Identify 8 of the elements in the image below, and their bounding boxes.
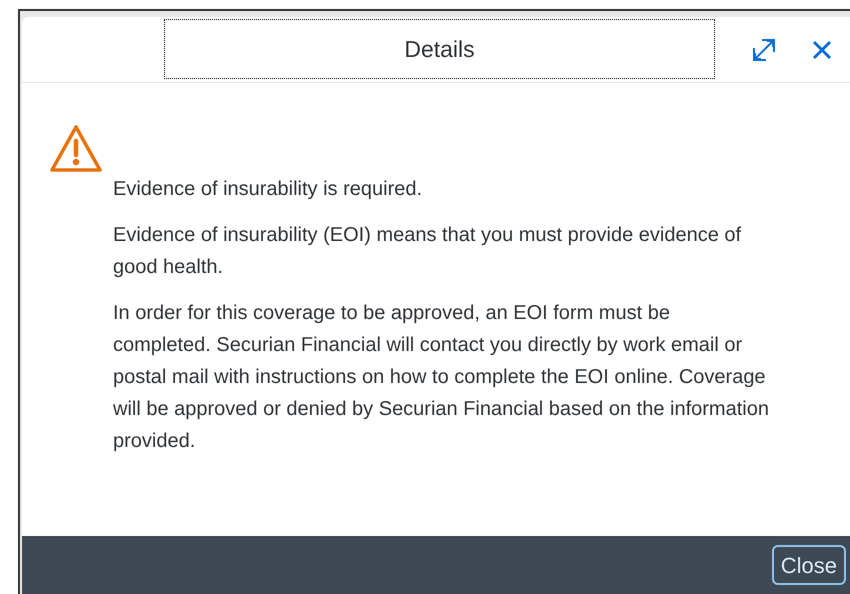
expand-icon[interactable] bbox=[750, 36, 778, 64]
warning-icon bbox=[49, 124, 103, 174]
close-icon[interactable] bbox=[811, 39, 833, 61]
message-heading: Evidence of insurability is required. bbox=[113, 177, 424, 202]
close-button[interactable]: Close bbox=[772, 545, 846, 585]
dialog-title: Details bbox=[164, 19, 715, 79]
message-paragraph: In order for this coverage to be approved, an EOI form must be completed. Securian Financial will contact you directly by work email or postal mail with instructions on how to complete the EOI online. Coverage will be approved or denied by Securian Financial based on the information provided. bbox=[113, 301, 770, 454]
message-paragraph: Evidence of insurability (EOI) means that you must provide evidence of good health. bbox=[113, 223, 742, 280]
